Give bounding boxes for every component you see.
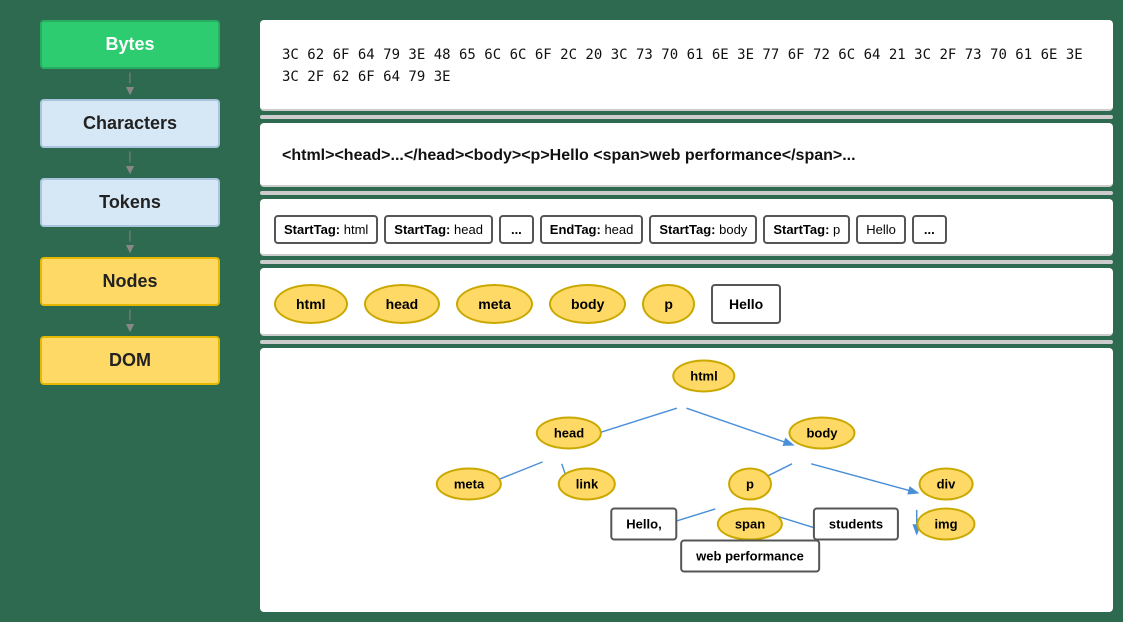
tokens-section: StartTag: html StartTag: head ... EndTag… [260, 199, 1113, 256]
token-startp: StartTag: p [763, 215, 850, 244]
dom-tree: html head body meta link [274, 356, 1099, 604]
token-value: head [454, 222, 483, 237]
arrow-chars-to-tokens [123, 150, 137, 176]
token-type: StartTag: [659, 222, 715, 237]
token-type: EndTag: [550, 222, 601, 237]
characters-section: <html><head>...</head><body><p>Hello <sp… [260, 123, 1113, 187]
dom-rect-webperf: web performance [680, 539, 820, 572]
token-endhead: EndTag: head [540, 215, 644, 244]
bytes-content: 3C 62 6F 64 79 3E 48 65 6C 6C 6F 2C 20 3… [274, 36, 1099, 97]
node-p: p [642, 284, 695, 324]
dom-oval-meta: meta [436, 467, 502, 500]
dom-node-div: div [919, 467, 974, 500]
stage-bytes-label: Bytes [105, 34, 154, 54]
dom-node-head: head [536, 416, 602, 449]
token-type: StartTag: [394, 222, 450, 237]
dom-oval-link: link [558, 467, 616, 500]
node-head: head [364, 284, 441, 324]
characters-content: <html><head>...</head><body><p>Hello <sp… [274, 139, 1099, 173]
node-meta: meta [456, 284, 533, 324]
stage-characters-label: Characters [83, 113, 177, 133]
dom-node-webperf: web performance [680, 539, 820, 572]
dom-oval-span: span [717, 507, 783, 540]
dom-node-meta: meta [436, 467, 502, 500]
token-text-value: Hello [866, 222, 896, 237]
token-hello: Hello [856, 215, 906, 244]
token-ellipsis2: ... [912, 215, 947, 244]
dom-oval-p: p [728, 467, 772, 500]
nodes-row: html head meta body p Hello [274, 284, 1099, 324]
token-startbody: StartTag: body [649, 215, 757, 244]
stage-nodes-label: Nodes [102, 271, 157, 291]
main-container: Bytes Characters Tokens Nodes DOM 3C 62 … [0, 0, 1123, 622]
dom-node-html: html [672, 359, 735, 392]
dom-node-span: span [717, 507, 783, 540]
token-value: body [719, 222, 747, 237]
content-column: 3C 62 6F 64 79 3E 48 65 6C 6C 6F 2C 20 3… [260, 10, 1113, 612]
dom-node-body: body [788, 416, 855, 449]
dom-oval-img: img [916, 507, 975, 540]
dom-oval-body: body [788, 416, 855, 449]
token-ellipsis1: ... [499, 215, 534, 244]
node-hello-text: Hello [711, 284, 781, 324]
dom-rect-students: students [813, 507, 899, 540]
dom-node-img: img [916, 507, 975, 540]
stage-bytes: Bytes [40, 20, 220, 69]
dom-node-link: link [558, 467, 616, 500]
dom-rect-hello: Hello, [610, 507, 677, 540]
node-body: body [549, 284, 626, 324]
token-value: head [604, 222, 633, 237]
stage-dom: DOM [40, 336, 220, 385]
dom-oval-head: head [536, 416, 602, 449]
dom-node-p: p [728, 467, 772, 500]
characters-text: <html><head>...</head><body><p>Hello <sp… [282, 147, 856, 164]
token-starthead: StartTag: head [384, 215, 493, 244]
stage-characters: Characters [40, 99, 220, 148]
dom-oval-div: div [919, 467, 974, 500]
node-html: html [274, 284, 348, 324]
token-value: html [344, 222, 369, 237]
nodes-section: html head meta body p Hello [260, 268, 1113, 336]
pipeline-column: Bytes Characters Tokens Nodes DOM [10, 10, 250, 612]
stage-nodes: Nodes [40, 257, 220, 306]
dom-section: html head body meta link [260, 348, 1113, 612]
token-value: p [833, 222, 840, 237]
stage-tokens: Tokens [40, 178, 220, 227]
stage-tokens-label: Tokens [99, 192, 161, 212]
arrow-tokens-to-nodes [123, 229, 137, 255]
dom-node-students: students [813, 507, 899, 540]
token-starthtml: StartTag: html [274, 215, 378, 244]
dom-oval-html: html [672, 359, 735, 392]
arrow-bytes-to-chars [123, 71, 137, 97]
dom-node-hello-text: Hello, [610, 507, 677, 540]
token-type: StartTag: [773, 222, 829, 237]
tokens-row: StartTag: html StartTag: head ... EndTag… [274, 215, 1099, 244]
stage-dom-label: DOM [109, 350, 151, 370]
bytes-section: 3C 62 6F 64 79 3E 48 65 6C 6C 6F 2C 20 3… [260, 20, 1113, 111]
arrow-nodes-to-dom [123, 308, 137, 334]
token-type: StartTag: [284, 222, 340, 237]
